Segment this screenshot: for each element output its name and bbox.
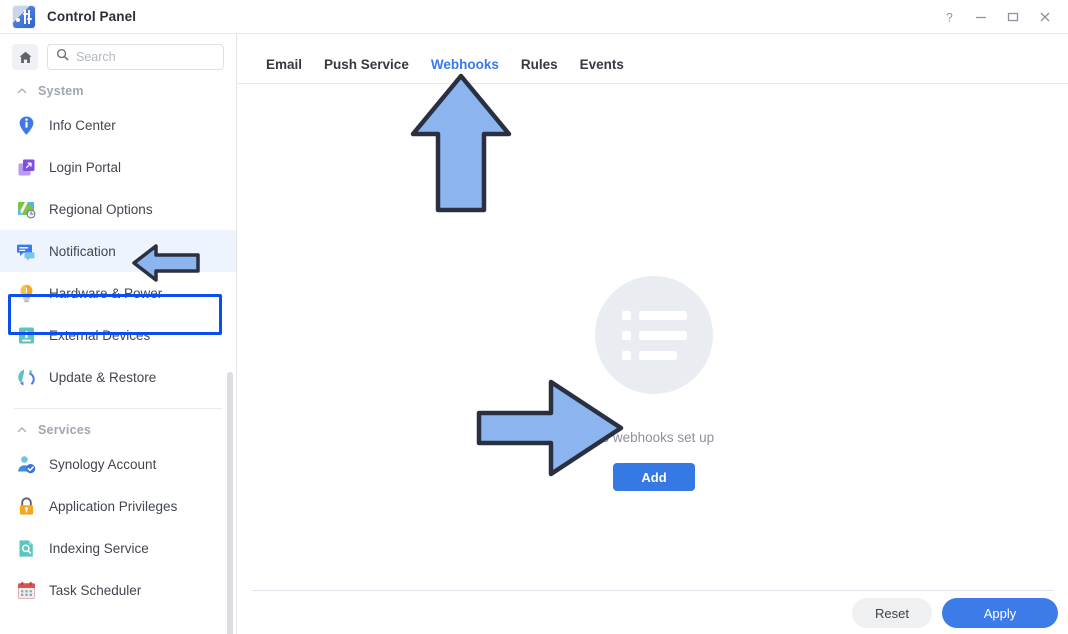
sidebar-group-label: Services bbox=[38, 423, 92, 437]
notification-icon bbox=[16, 241, 37, 262]
notification-tabs: Email Push Service Webhooks Rules Events bbox=[238, 34, 1068, 84]
apply-button[interactable]: Apply bbox=[942, 598, 1058, 628]
tab-events[interactable]: Events bbox=[569, 57, 635, 83]
sidebar-group-label: System bbox=[38, 84, 84, 98]
footer-actions: Reset Apply bbox=[852, 598, 1058, 628]
sidebar-item-external-devices[interactable]: External Devices bbox=[0, 314, 236, 356]
login-portal-icon bbox=[16, 157, 37, 178]
window-controls: ? bbox=[934, 0, 1060, 34]
sidebar-item-label: Synology Account bbox=[49, 456, 157, 472]
tab-push-service[interactable]: Push Service bbox=[313, 57, 420, 83]
sidebar-scrollbar[interactable] bbox=[227, 372, 233, 634]
search-icon bbox=[56, 48, 69, 66]
sidebar-item-regional-options[interactable]: Regional Options bbox=[0, 188, 236, 230]
sidebar-item-label: Regional Options bbox=[49, 201, 153, 217]
list-placeholder-icon bbox=[595, 276, 713, 394]
reset-button[interactable]: Reset bbox=[852, 598, 932, 628]
empty-state-message: No webhooks set up bbox=[591, 430, 715, 445]
search-input[interactable] bbox=[76, 50, 215, 64]
indexing-service-icon bbox=[16, 538, 37, 559]
sidebar: System Info Center bbox=[0, 34, 237, 634]
sidebar-item-login-portal[interactable]: Login Portal bbox=[0, 146, 236, 188]
sidebar-item-label: Hardware & Power bbox=[49, 285, 163, 301]
sidebar-nav: System Info Center Login Portal Regional… bbox=[0, 78, 236, 634]
tab-webhooks[interactable]: Webhooks bbox=[420, 57, 510, 83]
sidebar-item-update-restore[interactable]: Update & Restore bbox=[0, 356, 236, 398]
external-devices-icon bbox=[16, 325, 37, 346]
close-button[interactable] bbox=[1030, 2, 1060, 32]
window-title: Control Panel bbox=[47, 9, 137, 24]
window-title-bar: Control Panel ? bbox=[0, 0, 1068, 34]
application-privileges-icon bbox=[16, 496, 37, 517]
chevron-up-icon bbox=[16, 424, 28, 436]
sidebar-item-task-scheduler[interactable]: Task Scheduler bbox=[0, 569, 236, 611]
info-center-icon bbox=[16, 115, 37, 136]
sidebar-item-label: Application Privileges bbox=[49, 498, 178, 514]
sidebar-item-info-center[interactable]: Info Center bbox=[0, 104, 236, 146]
control-panel-window: Control Panel ? Search System Info Cente… bbox=[0, 0, 1068, 634]
synology-account-icon bbox=[16, 454, 37, 475]
tab-email[interactable]: Email bbox=[255, 57, 313, 83]
search-input-wrapper[interactable] bbox=[47, 44, 224, 70]
sidebar-item-label: Login Portal bbox=[49, 159, 122, 175]
minimize-button[interactable] bbox=[966, 2, 996, 32]
sidebar-item-label: Indexing Service bbox=[49, 540, 149, 556]
maximize-button[interactable] bbox=[998, 2, 1028, 32]
hardware-power-icon bbox=[16, 283, 37, 304]
sidebar-item-hardware-power[interactable]: Hardware & Power bbox=[0, 272, 236, 314]
sidebar-divider bbox=[14, 408, 222, 409]
home-icon[interactable] bbox=[12, 44, 38, 70]
help-button[interactable]: ? bbox=[934, 2, 964, 32]
update-restore-icon bbox=[16, 367, 37, 388]
sidebar-item-label: External Devices bbox=[49, 327, 151, 343]
webhooks-empty-state: No webhooks set up Add bbox=[238, 84, 1068, 589]
svg-text:?: ? bbox=[946, 11, 953, 24]
sidebar-search-row bbox=[0, 34, 236, 78]
chevron-up-icon bbox=[16, 85, 28, 97]
sidebar-item-label: Notification bbox=[49, 243, 116, 259]
footer-divider bbox=[252, 590, 1054, 591]
sidebar-item-label: Task Scheduler bbox=[49, 582, 142, 598]
sidebar-item-application-privileges[interactable]: Application Privileges bbox=[0, 485, 236, 527]
sidebar-item-label: Update & Restore bbox=[49, 369, 157, 385]
sidebar-item-indexing-service[interactable]: Indexing Service bbox=[0, 527, 236, 569]
control-panel-icon bbox=[13, 5, 35, 28]
sidebar-group-services[interactable]: Services bbox=[0, 417, 236, 443]
task-scheduler-icon bbox=[16, 580, 37, 601]
tab-rules[interactable]: Rules bbox=[510, 57, 569, 83]
sidebar-item-notification[interactable]: Notification bbox=[0, 230, 236, 272]
main-content: Email Push Service Webhooks Rules Events… bbox=[238, 34, 1068, 634]
sidebar-item-label: Info Center bbox=[49, 117, 116, 133]
regional-options-icon bbox=[16, 199, 37, 220]
sidebar-item-synology-account[interactable]: Synology Account bbox=[0, 443, 236, 485]
add-button[interactable]: Add bbox=[613, 463, 695, 491]
sidebar-group-system[interactable]: System bbox=[0, 78, 236, 104]
